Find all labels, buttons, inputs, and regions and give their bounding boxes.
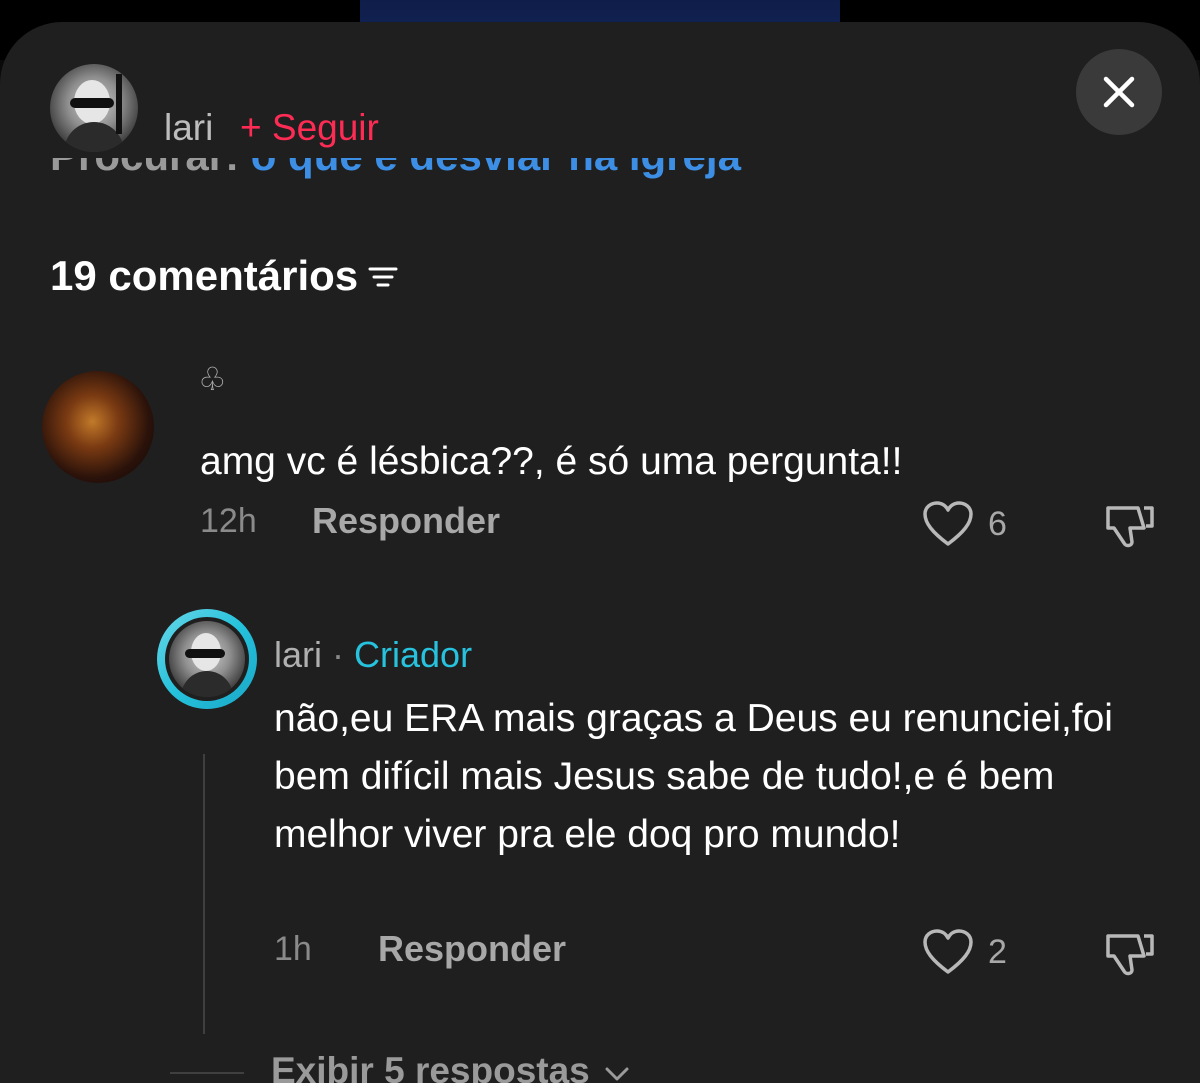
like-count: 6: [988, 505, 1007, 543]
commenter-username[interactable]: ♧: [198, 360, 227, 398]
author-username[interactable]: lari: [164, 107, 213, 149]
dislike-icon[interactable]: [1104, 928, 1158, 978]
reply-text: não,eu ERA mais graças a Deus eu renunci…: [274, 697, 1113, 856]
author-avatar[interactable]: [50, 64, 138, 152]
comments-sheet: lari + Seguir Procurar: o que é desviar …: [0, 22, 1200, 1083]
comments-count: 19 comentários: [50, 252, 359, 299]
separator-dot: ·: [322, 634, 355, 675]
reply-time: 1h: [274, 930, 312, 968]
filter-button[interactable]: [368, 252, 398, 300]
reply-username[interactable]: lari: [274, 634, 322, 675]
view-replies-button[interactable]: Exibir 5 respostas: [271, 1050, 630, 1083]
search-prefix: Procurar:: [50, 158, 251, 179]
comment-text: amg vc é lésbica??, é só uma pergunta!!: [200, 440, 903, 483]
dislike-icon[interactable]: [1104, 500, 1158, 550]
search-query-link[interactable]: o que é desviar na igreja: [251, 158, 741, 179]
reply-author: lari · Criador: [274, 634, 472, 676]
search-suggestion[interactable]: Procurar: o que é desviar na igreja: [50, 158, 810, 182]
heart-icon[interactable]: [922, 500, 974, 548]
comment-time: 12h: [200, 502, 257, 540]
replies-divider: [170, 1072, 244, 1074]
heart-icon[interactable]: [922, 928, 974, 976]
view-replies-label: Exibir 5 respostas: [271, 1050, 590, 1083]
close-icon: [1103, 76, 1135, 108]
creator-badge: Criador: [354, 634, 473, 675]
comments-count-header: 19 comentários: [50, 252, 398, 300]
reply-like-count: 2: [988, 933, 1007, 971]
filter-icon: [368, 267, 398, 287]
thread-line: [203, 754, 205, 1034]
reply-button[interactable]: Responder: [312, 500, 500, 542]
chevron-down-icon: [604, 1050, 630, 1083]
commenter-avatar[interactable]: [42, 371, 154, 483]
close-button[interactable]: [1076, 49, 1162, 135]
follow-button[interactable]: + Seguir: [240, 107, 379, 149]
creator-avatar[interactable]: [157, 609, 257, 709]
reply-reply-button[interactable]: Responder: [378, 928, 566, 970]
